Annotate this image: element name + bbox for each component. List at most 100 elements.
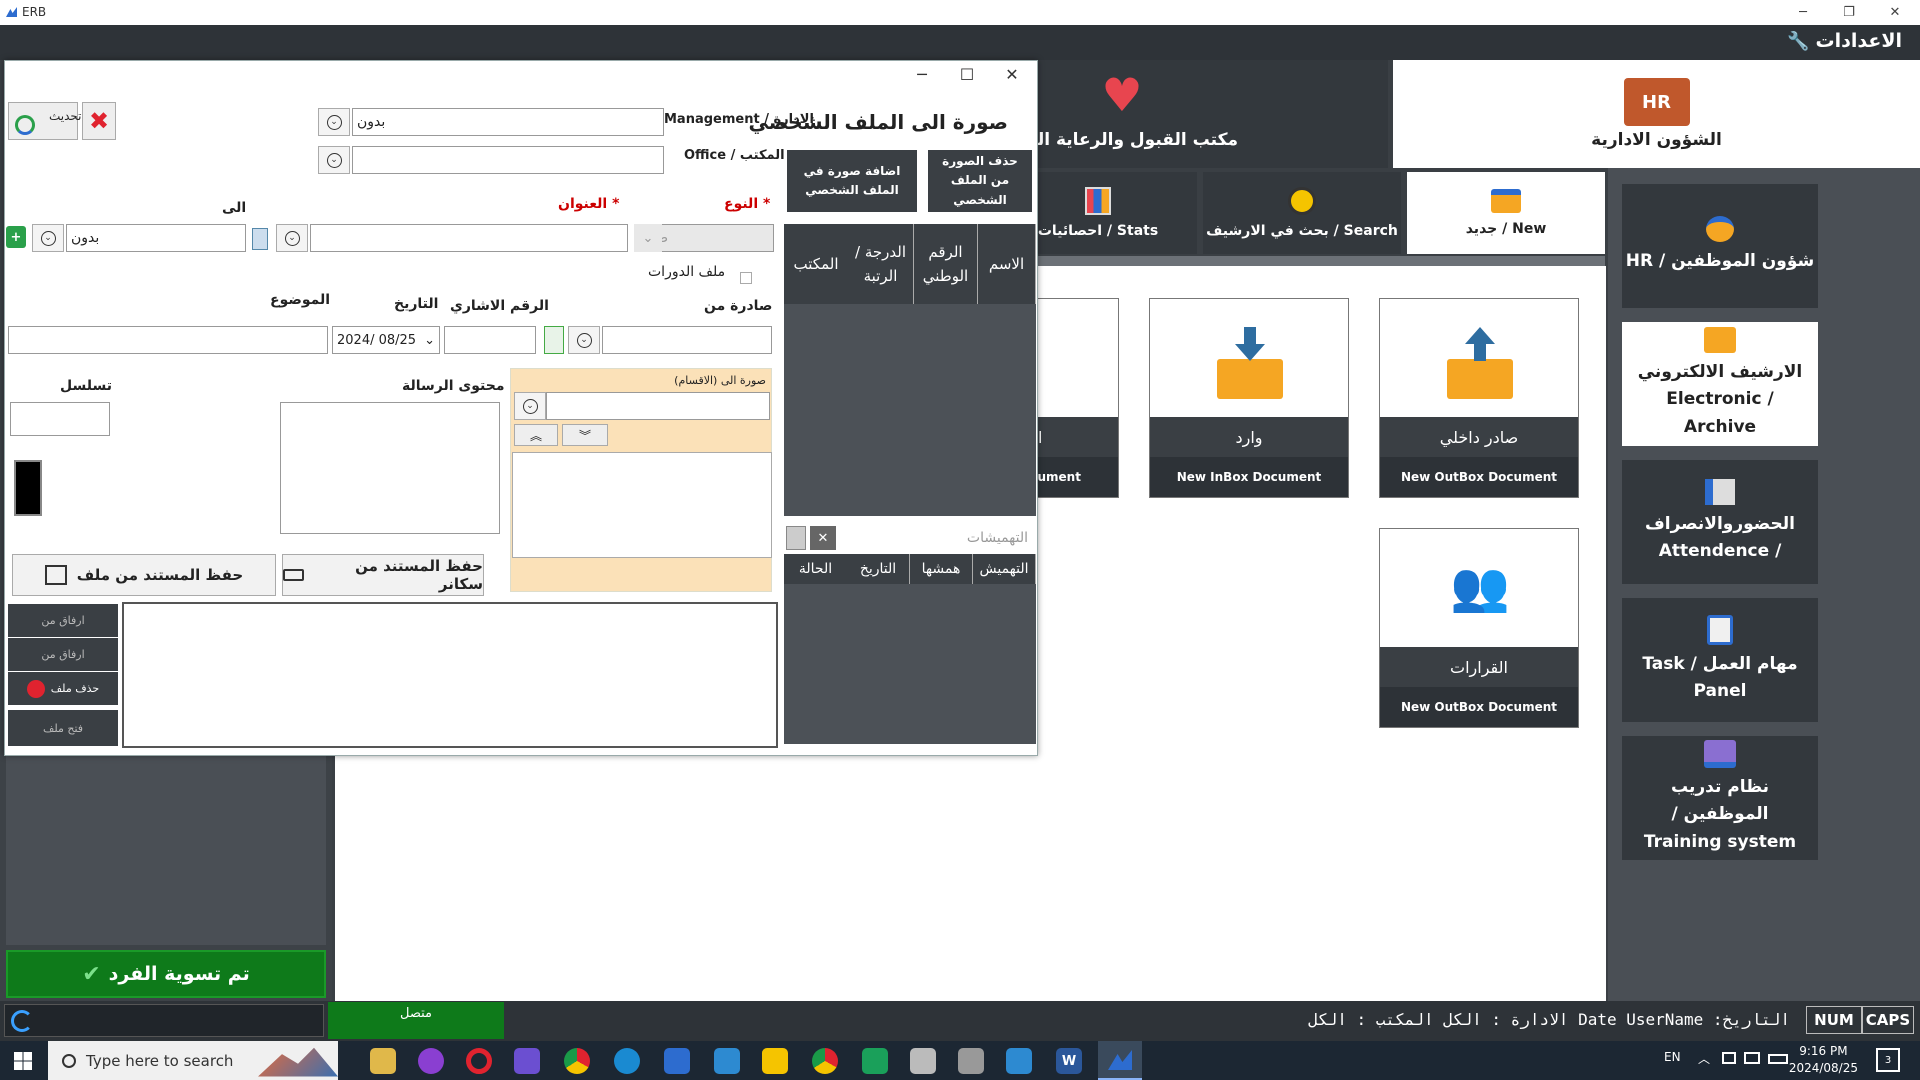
sidebar-item-training[interactable]: نظام تدريب الموظفين / Training system bbox=[1622, 736, 1818, 860]
keyboard-icon[interactable] bbox=[1768, 1054, 1788, 1064]
restore-button[interactable]: ❐ bbox=[1826, 0, 1872, 25]
taskbar-app-icon[interactable] bbox=[664, 1048, 690, 1074]
attach-from-scanner-button[interactable]: ارفاق من bbox=[8, 638, 118, 671]
word-icon[interactable]: W bbox=[1056, 1048, 1082, 1074]
taskbar-app-icon[interactable] bbox=[370, 1048, 396, 1074]
type-dropdown-button[interactable]: ⌄ bbox=[634, 224, 662, 252]
courses-checkbox[interactable] bbox=[740, 272, 752, 284]
save-from-scanner-button[interactable]: حفظ المستند من سكانر bbox=[282, 554, 484, 596]
move-up-button[interactable]: ︽ bbox=[514, 424, 558, 446]
col-rank[interactable]: الدرجة / الرتبة bbox=[848, 224, 914, 304]
sidebar-item-label: شؤون الموظفين / HR bbox=[1625, 251, 1815, 272]
title-field[interactable] bbox=[310, 224, 628, 252]
seq-field[interactable] bbox=[10, 402, 110, 436]
sidebar-item-hr[interactable]: شؤون الموظفين / HR bbox=[1622, 184, 1818, 308]
content-field[interactable] bbox=[280, 402, 500, 534]
clock-time: 9:16 PM bbox=[1799, 1044, 1848, 1058]
taskbar-app-icon[interactable] bbox=[862, 1048, 888, 1074]
tab-search[interactable]: بحث في الارشيف / Search bbox=[1203, 172, 1401, 254]
copy-list[interactable] bbox=[512, 452, 772, 558]
copy-dropdown-button[interactable]: ⌄ bbox=[514, 392, 546, 420]
edge-icon[interactable] bbox=[614, 1048, 640, 1074]
card-inbox[interactable]: وارد New InBox Document bbox=[1149, 298, 1349, 498]
attach-from-file-button[interactable]: ارفاق من bbox=[8, 604, 118, 637]
notes-delete-button[interactable]: ✕ bbox=[810, 526, 836, 550]
ref-label: الرقم الاشاري bbox=[450, 298, 549, 314]
col-noted-by[interactable]: همشها bbox=[910, 554, 973, 584]
taskbar-app-icon[interactable] bbox=[418, 1048, 444, 1074]
language-indicator[interactable]: EN bbox=[1664, 1050, 1681, 1064]
tray-chevron-icon[interactable]: ︿ bbox=[1698, 1050, 1710, 1067]
save-from-file-button[interactable]: حفظ المستند من ملف bbox=[12, 554, 276, 596]
to-field[interactable]: بدون bbox=[66, 224, 246, 252]
card-internal-outbox[interactable]: صادر داخلي New OutBox Document bbox=[1379, 298, 1579, 498]
from-field[interactable] bbox=[602, 326, 772, 354]
sidebar-item-attendance[interactable]: الحضوروالانصراف / Attendence bbox=[1622, 460, 1818, 584]
tab-new[interactable]: جديد / New bbox=[1407, 172, 1605, 254]
notification-icon[interactable]: 3 bbox=[1876, 1048, 1900, 1072]
taskbar-clock[interactable]: 9:16 PM 2024/08/25 bbox=[1789, 1043, 1858, 1077]
chrome-icon[interactable] bbox=[564, 1048, 590, 1074]
module-admin-affairs[interactable]: HR الشؤون الادارية bbox=[1393, 60, 1920, 168]
taskbar-app-icon[interactable] bbox=[1006, 1048, 1032, 1074]
attachments-list[interactable] bbox=[122, 602, 778, 748]
col-note-date[interactable]: التاريخ bbox=[847, 554, 910, 584]
from-dropdown-button[interactable]: ⌄ bbox=[568, 326, 600, 354]
card-foot: New OutBox Document bbox=[1380, 457, 1578, 497]
ref-field[interactable] bbox=[444, 326, 536, 354]
dialog-close-button[interactable]: ✕ bbox=[990, 60, 1034, 88]
delete-photo-button[interactable]: حذف الصورة من الملف الشخصي bbox=[928, 150, 1032, 212]
copy-doc-icon[interactable] bbox=[252, 228, 268, 250]
inbox-tray-icon bbox=[1491, 189, 1521, 213]
sidebar-item-tasks[interactable]: مهام العمل / Task Panel bbox=[1622, 598, 1818, 722]
notes-doc-icon[interactable] bbox=[786, 526, 806, 550]
taskbar-app-icon[interactable] bbox=[910, 1048, 936, 1074]
office-field[interactable] bbox=[352, 146, 664, 174]
start-button[interactable] bbox=[0, 1041, 46, 1080]
add-recipient-button[interactable]: + bbox=[6, 226, 26, 248]
people-gear-icon bbox=[1706, 216, 1734, 243]
open-file-button[interactable]: فتح ملف bbox=[8, 710, 118, 746]
to-dropdown-button[interactable]: ⌄ bbox=[32, 224, 64, 252]
date-field[interactable]: 2024/ 08/25 ⌄ bbox=[332, 326, 440, 354]
col-note[interactable]: التهميش bbox=[973, 554, 1036, 584]
col-name[interactable]: الاسم bbox=[978, 224, 1036, 304]
col-office[interactable]: المكتب bbox=[784, 224, 848, 304]
left-panel-inner bbox=[6, 755, 326, 945]
card-decisions[interactable]: 👥 القرارات New OutBox Document bbox=[1379, 528, 1579, 728]
attach-doc-icon[interactable] bbox=[544, 326, 564, 354]
from-label: صادرة من bbox=[704, 298, 773, 314]
chrome-icon[interactable] bbox=[812, 1048, 838, 1074]
subject-field[interactable] bbox=[8, 326, 328, 354]
module-admission-health[interactable]: ♥ مكتب القبول والرعاية الصحية bbox=[992, 60, 1388, 168]
title-dropdown-button[interactable]: ⌄ bbox=[276, 224, 308, 252]
copy-field[interactable] bbox=[546, 392, 770, 420]
calculator-icon[interactable] bbox=[958, 1048, 984, 1074]
delete-file-button[interactable]: حذف ملف bbox=[8, 672, 118, 705]
close-form-button[interactable]: ✖ bbox=[82, 102, 116, 140]
opera-icon[interactable] bbox=[466, 1048, 492, 1074]
minimize-button[interactable]: ─ bbox=[1780, 0, 1826, 25]
update-button[interactable]: تحديث bbox=[8, 102, 82, 140]
dialog-minimize-button[interactable]: ─ bbox=[900, 60, 944, 88]
management-dropdown-button[interactable]: ⌄ bbox=[318, 108, 350, 136]
management-field[interactable]: بدون bbox=[352, 108, 664, 136]
file-explorer-icon[interactable] bbox=[762, 1048, 788, 1074]
col-national-id[interactable]: الرقم الوطني bbox=[914, 224, 978, 304]
network-icon[interactable] bbox=[1722, 1052, 1736, 1064]
dialog-maximize-button[interactable]: ☐ bbox=[945, 60, 989, 88]
taskbar-app-icon[interactable] bbox=[514, 1048, 540, 1074]
sidebar-item-archive[interactable]: الارشيف الالكتروني / Electronic Archive bbox=[1622, 322, 1818, 446]
display-icon[interactable] bbox=[1744, 1052, 1760, 1064]
settings-menu[interactable]: الاعدادات 🔧 bbox=[1787, 30, 1902, 52]
office-dropdown-button[interactable]: ⌄ bbox=[318, 146, 350, 174]
col-note-status[interactable]: الحالة bbox=[784, 554, 847, 584]
color-swatch[interactable] bbox=[14, 460, 42, 516]
add-photo-button[interactable]: اضافة صورة في الملف الشخصي bbox=[787, 150, 917, 212]
move-down-button[interactable]: ︾ bbox=[562, 424, 608, 446]
close-button[interactable]: ✕ bbox=[1872, 0, 1918, 25]
mail-icon[interactable] bbox=[714, 1048, 740, 1074]
settle-button[interactable]: تم تسوية الفرد ✔ bbox=[6, 950, 326, 998]
open-file-label: فتح ملف bbox=[42, 721, 84, 735]
taskbar-search[interactable]: Type here to search bbox=[48, 1041, 338, 1080]
